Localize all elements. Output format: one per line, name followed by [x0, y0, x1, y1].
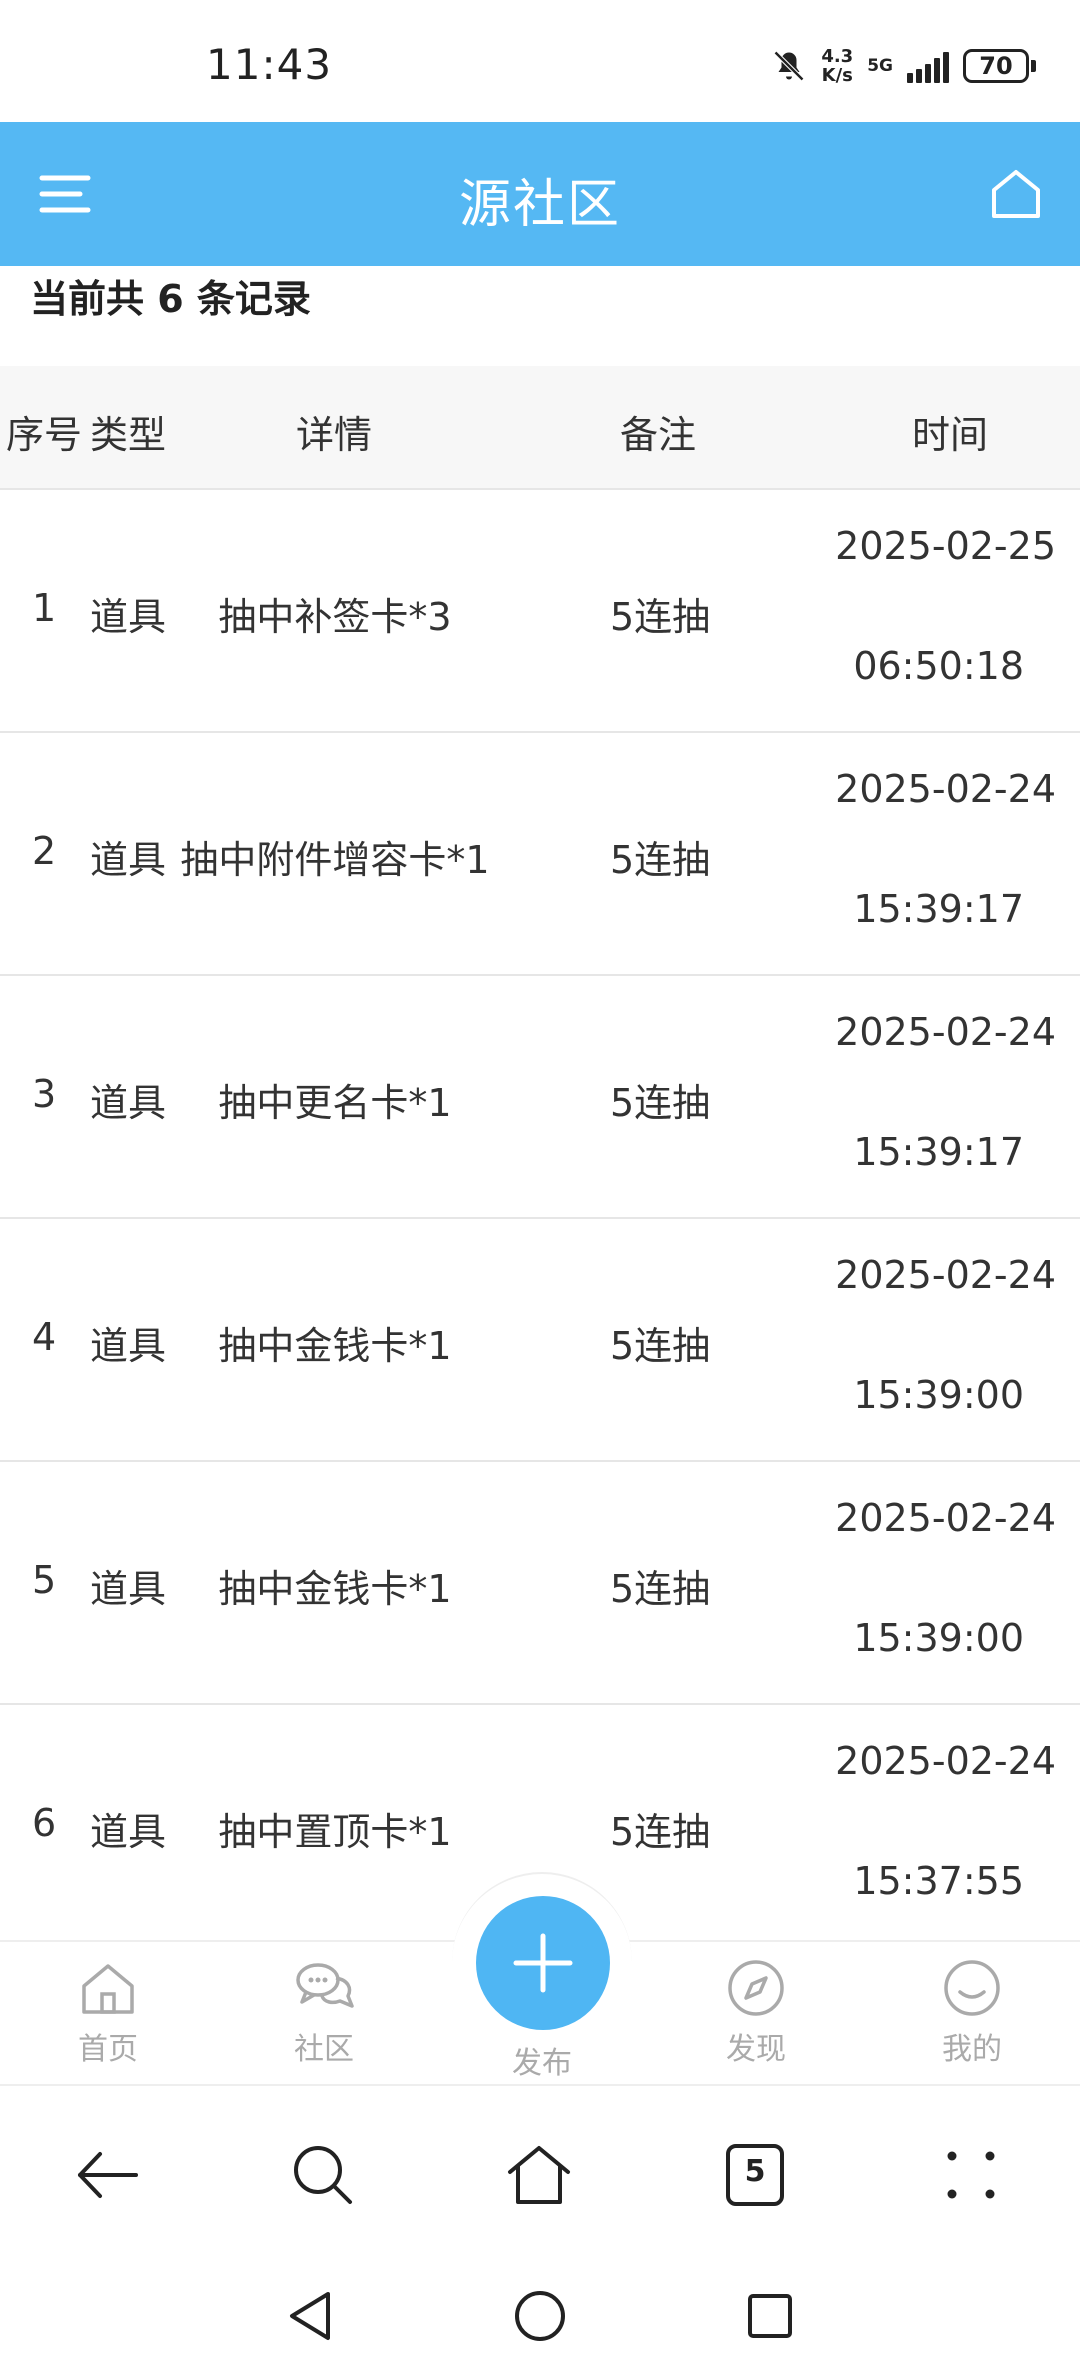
cell-note: 5连抽 — [610, 1567, 711, 1611]
home-icon — [82, 1964, 134, 2014]
table-row: 1 道具 抽中补签卡*3 5连抽 2025-02-25 06:50:18 — [0, 490, 1080, 733]
tab-label: 我的 — [942, 2032, 1002, 2067]
system-nav-bar — [0, 2258, 1080, 2376]
cell-date: 2025-02-24 — [835, 1253, 1056, 1297]
battery-icon: 70 — [963, 49, 1036, 83]
status-time: 11:43 — [206, 40, 333, 89]
cell-date: 2025-02-24 — [835, 767, 1056, 811]
tabs-button[interactable]: 5 — [720, 2140, 790, 2210]
signal-icon — [907, 49, 949, 83]
cell-note: 5连抽 — [610, 1081, 711, 1125]
cell-type: 道具 — [90, 1324, 167, 1368]
search-icon[interactable] — [288, 2140, 358, 2210]
cell-type: 道具 — [90, 838, 167, 882]
back-triangle-icon[interactable] — [280, 2286, 340, 2346]
cell-detail: 抽中更名卡*1 — [218, 1081, 452, 1125]
column-header-seq: 序号 — [6, 413, 83, 457]
cell-time: 15:39:17 — [853, 887, 1024, 931]
chat-icon — [296, 1963, 354, 2008]
tabs-count: 5 — [744, 2154, 766, 2189]
battery-level: 70 — [963, 49, 1029, 83]
cell-date: 2025-02-25 — [835, 524, 1056, 568]
cell-time: 15:39:00 — [853, 1616, 1024, 1660]
tab-label: 首页 — [78, 2032, 138, 2067]
cell-date: 2025-02-24 — [835, 1496, 1056, 1540]
browser-toolbar: 5 — [0, 2088, 1080, 2258]
cell-detail: 抽中金钱卡*1 — [218, 1567, 452, 1611]
cell-detail: 抽中补签卡*3 — [218, 595, 452, 639]
table-body: 1 道具 抽中补签卡*3 5连抽 2025-02-25 06:50:18 2 道… — [0, 490, 1080, 1948]
table-row: 2 道具 抽中附件增容卡*1 5连抽 2025-02-24 15:39:17 — [0, 733, 1080, 976]
cell-detail: 抽中置顶卡*1 — [218, 1810, 452, 1854]
cell-type: 道具 — [90, 595, 167, 639]
cell-seq: 1 — [32, 586, 57, 630]
cell-time: 15:39:17 — [853, 1130, 1024, 1174]
cell-type: 道具 — [90, 1567, 167, 1611]
status-icons: 4.3 K/s 5G 70 — [771, 44, 1036, 88]
publish-button[interactable] — [476, 1896, 610, 2030]
table-row: 5 道具 抽中金钱卡*1 5连抽 2025-02-24 15:39:00 — [0, 1462, 1080, 1705]
net-speed: 4.3 K/s — [821, 46, 854, 86]
column-header-note: 备注 — [620, 413, 697, 457]
cell-note: 5连抽 — [610, 1810, 711, 1854]
smile-icon — [944, 1960, 1000, 2016]
cell-seq: 4 — [32, 1315, 57, 1359]
home-circle-icon[interactable] — [510, 2286, 570, 2346]
plus-icon — [513, 1933, 573, 1993]
cell-time: 06:50:18 — [853, 644, 1024, 688]
tab-community[interactable]: 社区 — [254, 1956, 394, 2068]
table-header: 序号 类型 详情 备注 时间 — [0, 366, 1080, 490]
cell-type: 道具 — [90, 1810, 167, 1854]
column-header-time: 时间 — [912, 413, 989, 457]
cell-seq: 3 — [32, 1072, 57, 1116]
cell-time: 15:37:55 — [853, 1859, 1024, 1903]
network-type: 5G — [867, 55, 893, 76]
compass-icon — [728, 1960, 784, 2016]
bell-muted-icon — [774, 50, 805, 82]
cell-seq: 5 — [32, 1558, 57, 1602]
table-row: 3 道具 抽中更名卡*1 5连抽 2025-02-24 15:39:17 — [0, 976, 1080, 1219]
cell-detail: 抽中金钱卡*1 — [218, 1324, 452, 1368]
recents-square-icon[interactable] — [740, 2286, 800, 2346]
tab-label: 发现 — [726, 2032, 786, 2067]
cell-seq: 2 — [32, 829, 57, 873]
tab-discover[interactable]: 发现 — [686, 1956, 826, 2068]
cell-date: 2025-02-24 — [835, 1010, 1056, 1054]
tab-mine[interactable]: 我的 — [902, 1956, 1042, 2068]
cell-note: 5连抽 — [610, 838, 711, 882]
cell-type: 道具 — [90, 1081, 167, 1125]
publish-label: 发布 — [512, 2046, 572, 2081]
tab-label: 社区 — [294, 2032, 354, 2067]
cell-note: 5连抽 — [610, 595, 711, 639]
table-row: 4 道具 抽中金钱卡*1 5连抽 2025-02-24 15:39:00 — [0, 1219, 1080, 1462]
home-icon[interactable] — [504, 2140, 574, 2210]
home-icon[interactable] — [986, 164, 1046, 224]
cell-detail: 抽中附件增容卡*1 — [180, 838, 490, 882]
column-header-detail: 详情 — [296, 413, 373, 457]
cell-seq: 6 — [32, 1801, 57, 1845]
page-title: 源社区 — [458, 175, 621, 235]
column-header-type: 类型 — [90, 413, 167, 457]
status-bar: 11:43 4.3 K/s 5G 70 — [0, 0, 1080, 122]
cell-note: 5连抽 — [610, 1324, 711, 1368]
cell-time: 15:39:00 — [853, 1373, 1024, 1417]
cell-date: 2025-02-24 — [835, 1739, 1056, 1783]
back-arrow-icon[interactable] — [72, 2140, 142, 2210]
app-header: 源社区 — [0, 122, 1080, 266]
tab-home[interactable]: 首页 — [38, 1956, 178, 2068]
record-count: 当前共 6 条记录 — [30, 277, 311, 321]
more-dots-icon[interactable] — [936, 2140, 1006, 2210]
